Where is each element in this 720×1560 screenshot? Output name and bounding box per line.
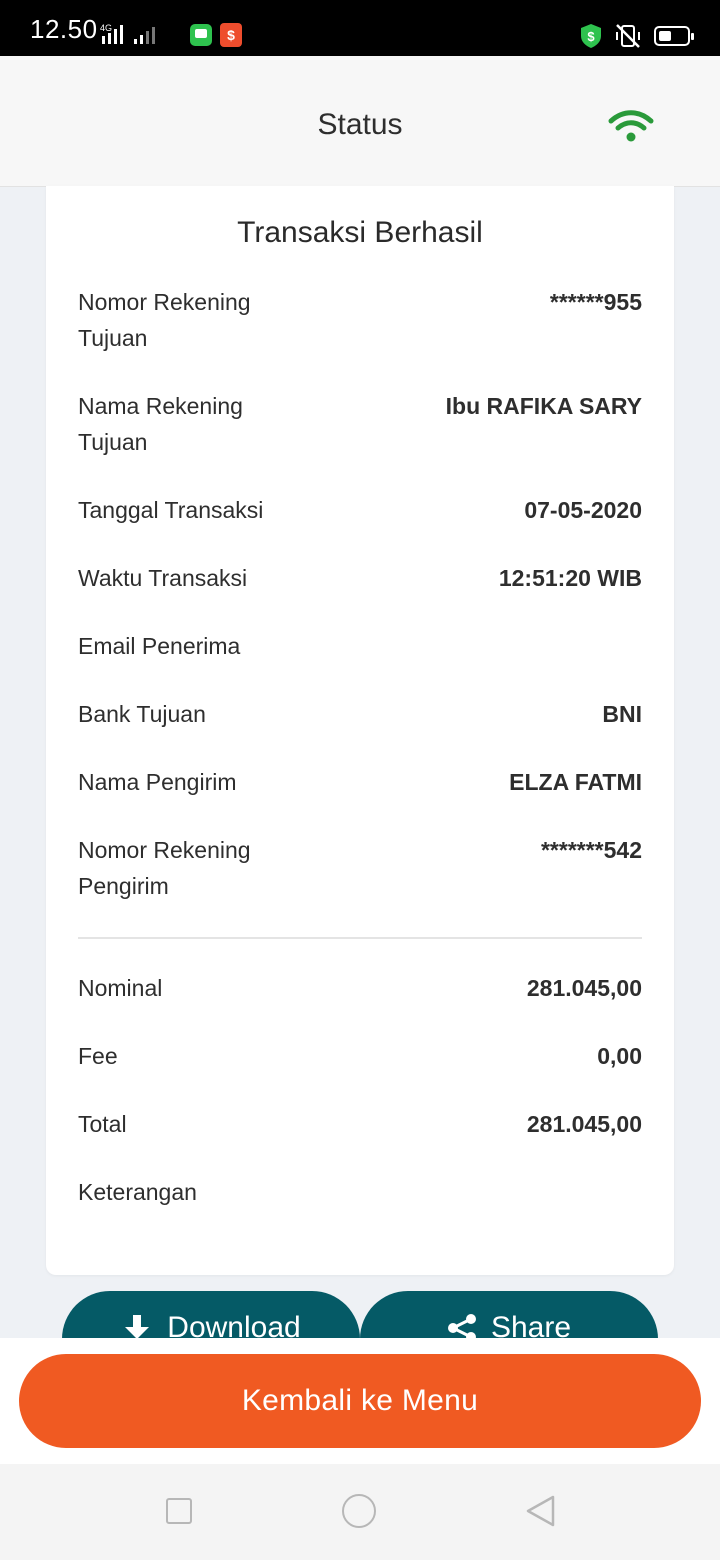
- detail-value: ******955: [549, 289, 642, 315]
- detail-value: ELZA FATMI: [509, 769, 642, 795]
- detail-value: BNI: [602, 701, 642, 727]
- summary-label: Nominal: [78, 975, 163, 1001]
- back-icon[interactable]: [524, 1494, 556, 1528]
- detail-label: Nama Pengirim: [78, 769, 237, 795]
- summary-label: Total: [78, 1111, 127, 1137]
- summary-label: Keterangan: [78, 1179, 197, 1205]
- status-bar: 12.50 4G $ $: [0, 0, 720, 56]
- detail-label: Bank Tujuan: [78, 701, 206, 727]
- bottom-panel: Kembali ke Menu: [0, 1338, 720, 1464]
- detail-label: Nama Rekening Tujuan: [78, 393, 243, 455]
- vibrate-mute-icon: [616, 24, 640, 48]
- receipt-title: Transaksi Berhasil: [237, 216, 483, 249]
- detail-label: Waktu Transaksi: [78, 565, 248, 591]
- summary-label: Fee: [78, 1043, 118, 1069]
- detail-label: Nomor Rekening Tujuan: [78, 289, 251, 351]
- detail-value: *******542: [540, 837, 642, 863]
- status-time: 12.50: [30, 14, 98, 44]
- detail-value: 12:51:20 WIB: [498, 565, 642, 591]
- detail-value: 07-05-2020: [524, 497, 642, 523]
- recent-apps-icon[interactable]: [166, 1498, 192, 1524]
- battery-level: [659, 31, 671, 41]
- back-to-menu-button[interactable]: Kembali ke Menu: [19, 1354, 701, 1448]
- wifi-icon: [608, 110, 654, 142]
- detail-label: Tanggal Transaksi: [78, 497, 264, 523]
- transaction-receipt-card: Transaksi Berhasil Nomor Rekening Tujuan…: [46, 186, 674, 1275]
- app-header: Status: [0, 56, 720, 187]
- shop-notification-icon: $: [220, 23, 242, 47]
- detail-label: Nomor Rekening Pengirim: [78, 837, 251, 899]
- svg-text:$: $: [587, 29, 595, 44]
- signal-icon: 4G: [100, 23, 155, 44]
- detail-label: Email Penerima: [78, 633, 241, 659]
- chat-notification-icon: [190, 24, 212, 46]
- battery-icon: [654, 26, 694, 46]
- home-icon[interactable]: [342, 1494, 376, 1528]
- summary-value: 0,00: [597, 1043, 642, 1069]
- summary-value: 281.045,00: [526, 1111, 642, 1137]
- network-type: 4G: [100, 23, 112, 33]
- shield-dollar-icon: $: [581, 24, 601, 48]
- navigation-bar: [0, 1464, 720, 1560]
- divider: [78, 937, 642, 939]
- detail-value: Ibu RAFIKA SARY: [445, 393, 642, 419]
- summary-value: 281.045,00: [526, 975, 642, 1001]
